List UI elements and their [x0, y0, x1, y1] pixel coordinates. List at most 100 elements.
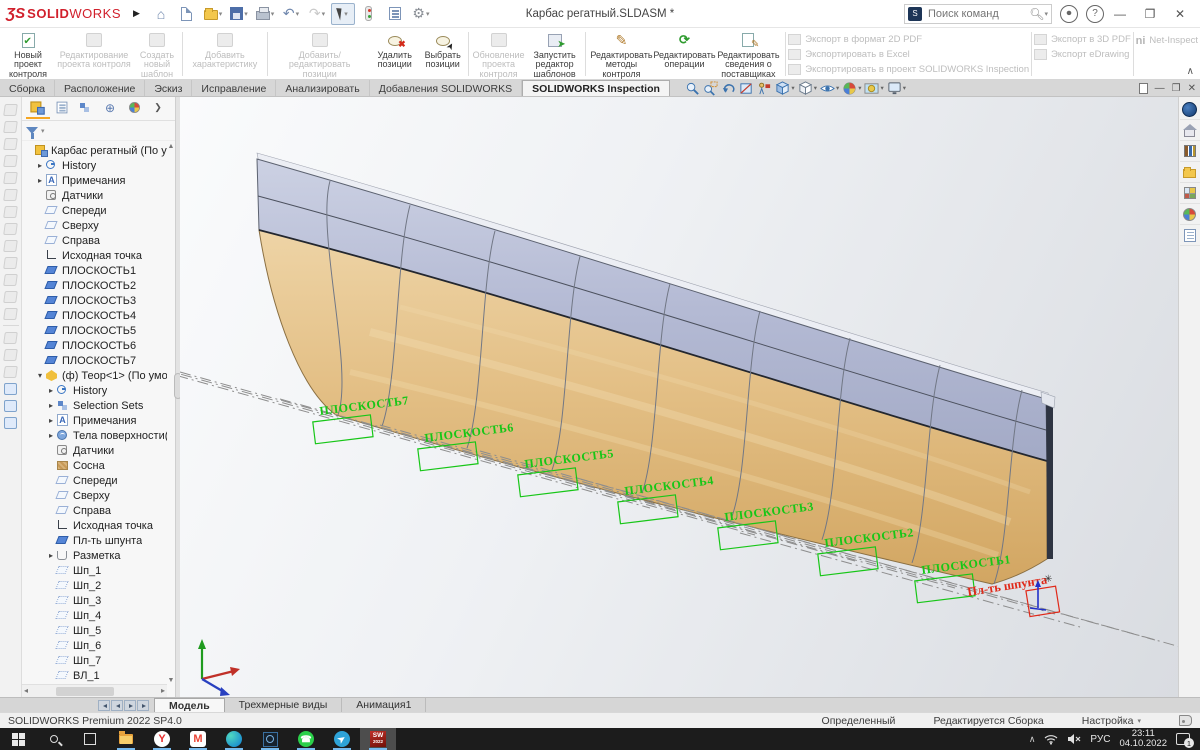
save-button[interactable]: ▾ — [227, 3, 251, 25]
ribbon-button[interactable]: ✎Редактировать методы контроля — [587, 29, 655, 79]
manager-tab-dimxpertmanager[interactable]: ⊕ — [98, 99, 122, 119]
display-pane-button[interactable] — [383, 3, 407, 25]
first-tab-icon[interactable] — [98, 700, 110, 711]
undo-button[interactable]: ↶▾ — [279, 3, 303, 25]
last-tab-icon[interactable] — [137, 700, 149, 711]
telegram-taskbar-icon[interactable]: ➤ — [324, 728, 360, 750]
yandex-browser-taskbar-icon[interactable]: Y — [144, 728, 180, 750]
tree-item[interactable]: Исходная точка — [24, 248, 167, 263]
ribbon-button[interactable]: Запустить редактор шаблонов — [527, 29, 583, 79]
help-icon[interactable]: ? — [1086, 5, 1104, 23]
scroll-down-icon[interactable]: ▼ — [167, 677, 175, 684]
doc-tab-анимация1[interactable]: Анимация1 — [342, 698, 426, 712]
edge-taskbar-icon[interactable] — [216, 728, 252, 750]
tree-item[interactable]: Шп_6 — [24, 638, 167, 653]
manager-tab-propertymanager[interactable] — [50, 99, 74, 119]
tree-item[interactable]: ПЛОСКОСТЬ3 — [24, 293, 167, 308]
doc-restore-button[interactable]: ❐ — [1172, 83, 1181, 94]
tree-item[interactable]: ▸Selection Sets — [24, 398, 167, 413]
command-search[interactable]: S 🔍︎ ▾ — [904, 4, 1052, 24]
section-view-icon[interactable] — [739, 81, 754, 96]
scrollbar-thumb[interactable] — [56, 687, 114, 696]
menu-expand-arrow-icon[interactable]: ▶ — [133, 8, 140, 19]
tab-добавления-solidworks[interactable]: Добавления SOLIDWORKS — [370, 80, 522, 96]
tree-item[interactable]: ▸AПримечания — [24, 413, 167, 428]
surface-tool-icon[interactable] — [3, 291, 18, 303]
surface-tool-icon[interactable] — [3, 206, 18, 218]
restore-button[interactable]: ❐ — [1136, 3, 1164, 25]
wifi-icon[interactable] — [1044, 733, 1058, 745]
tree-item[interactable]: Шп_7 — [24, 653, 167, 668]
tree-expand-icon[interactable]: ▸ — [46, 416, 56, 425]
tree-item[interactable]: Справа — [24, 233, 167, 248]
filter-funnel-icon[interactable] — [26, 127, 38, 134]
surface-tool-icon[interactable] — [3, 121, 18, 133]
tree-item[interactable]: ▾(ф) Теор<1> (По умолча — [24, 368, 167, 383]
tree-item[interactable]: Карбас регатный (По умолч — [24, 143, 167, 158]
tree-vertical-scrollbar[interactable]: ▲ ▼ — [167, 143, 175, 684]
tab-эскиз[interactable]: Эскиз — [145, 80, 192, 96]
tree-item[interactable]: Справа — [24, 503, 167, 518]
solidworks-taskbar-icon[interactable]: SW2022 — [360, 728, 396, 750]
search-icon[interactable]: 🔍︎ — [1029, 7, 1044, 21]
apply-scene-icon[interactable]: ▾ — [864, 81, 883, 96]
tab-расположение[interactable]: Расположение — [55, 80, 145, 96]
ribbon-button[interactable]: ⟳Редактировать операции — [655, 29, 713, 79]
new-document-button[interactable] — [175, 3, 199, 25]
tree-item[interactable]: Исходная точка — [24, 518, 167, 533]
ribbon-button[interactable]: Выбрать позиции — [420, 29, 466, 79]
ribbon-button[interactable]: Удалить позиции — [370, 29, 420, 79]
redo-button[interactable]: ↷▾ — [305, 3, 329, 25]
task-view-taskbar-icon[interactable] — [72, 728, 108, 750]
tree-item[interactable]: Сверху — [24, 218, 167, 233]
manager-tab-configurationmanager[interactable] — [74, 99, 98, 119]
clock[interactable]: 23:1104.10.2022 — [1119, 729, 1167, 749]
tree-expand-icon[interactable]: ▸ — [46, 431, 56, 440]
tree-expand-icon[interactable]: ▾ — [35, 371, 45, 380]
surface-tool-icon[interactable] — [3, 349, 18, 361]
tab-solidworks-inspection[interactable]: SOLIDWORKS Inspection — [522, 80, 670, 96]
surface-tool-icon[interactable] — [3, 189, 18, 201]
tree-horizontal-scrollbar[interactable]: ◂ ▸ — [22, 684, 167, 697]
tab-nav-buttons[interactable] — [98, 698, 150, 712]
whatsapp-taskbar-icon[interactable]: ☎ — [288, 728, 324, 750]
notification-center-icon[interactable]: 1 — [1176, 733, 1190, 745]
annotation-tool-icon[interactable] — [4, 400, 17, 412]
surface-tool-icon[interactable] — [3, 172, 18, 184]
scroll-left-icon[interactable]: ◂ — [24, 686, 28, 695]
hide-show-items-icon[interactable]: ▾ — [820, 81, 839, 96]
rebuild-interrupt-button[interactable] — [357, 3, 381, 25]
tree-item[interactable]: Спереди — [24, 473, 167, 488]
doc-close-button[interactable]: ✕ — [1188, 83, 1196, 94]
ribbon-button[interactable]: Редактировать сведения о поставщиках — [713, 29, 783, 79]
surface-tool-icon[interactable] — [3, 308, 18, 320]
tree-item[interactable]: Шп_5 — [24, 623, 167, 638]
tree-expand-icon[interactable]: ▸ — [35, 161, 45, 170]
tab-сборка[interactable]: Сборка — [0, 80, 55, 96]
tree-expand-icon[interactable]: ▸ — [35, 176, 45, 185]
surface-tool-icon[interactable] — [3, 332, 18, 344]
tree-item[interactable]: Датчики — [24, 188, 167, 203]
home-tab[interactable] — [1180, 120, 1200, 141]
surface-tool-icon[interactable] — [3, 155, 18, 167]
appearances-scenes-tab[interactable] — [1180, 204, 1200, 225]
start-taskbar-icon[interactable] — [0, 728, 36, 750]
tray-chevron-icon[interactable]: ∧ — [1029, 734, 1036, 745]
filter-caret-icon[interactable]: ▾ — [41, 127, 45, 135]
previous-view-icon[interactable] — [721, 81, 736, 96]
close-button[interactable]: ✕ — [1166, 3, 1194, 25]
file-explorer-taskbar-icon[interactable] — [108, 728, 144, 750]
zoom-fit-icon[interactable] — [685, 81, 700, 96]
tree-item[interactable]: ПЛОСКОСТЬ1 — [24, 263, 167, 278]
spline-tool-icon[interactable] — [4, 417, 17, 429]
tree-item[interactable]: Шп_2 — [24, 578, 167, 593]
file-explorer-tab[interactable] — [1180, 162, 1200, 183]
search-taskbar-icon[interactable] — [36, 728, 72, 750]
view-palette-tab[interactable] — [1180, 183, 1200, 204]
tab-исправление[interactable]: Исправление — [192, 80, 276, 96]
view-settings-icon[interactable]: ▾ — [887, 81, 906, 96]
tree-item[interactable]: ВЛ_1 — [24, 668, 167, 683]
search-caret-icon[interactable]: ▾ — [1044, 10, 1048, 18]
tree-item[interactable]: Пл-ть шпунта — [24, 533, 167, 548]
solid-tool-icon[interactable] — [4, 383, 17, 395]
